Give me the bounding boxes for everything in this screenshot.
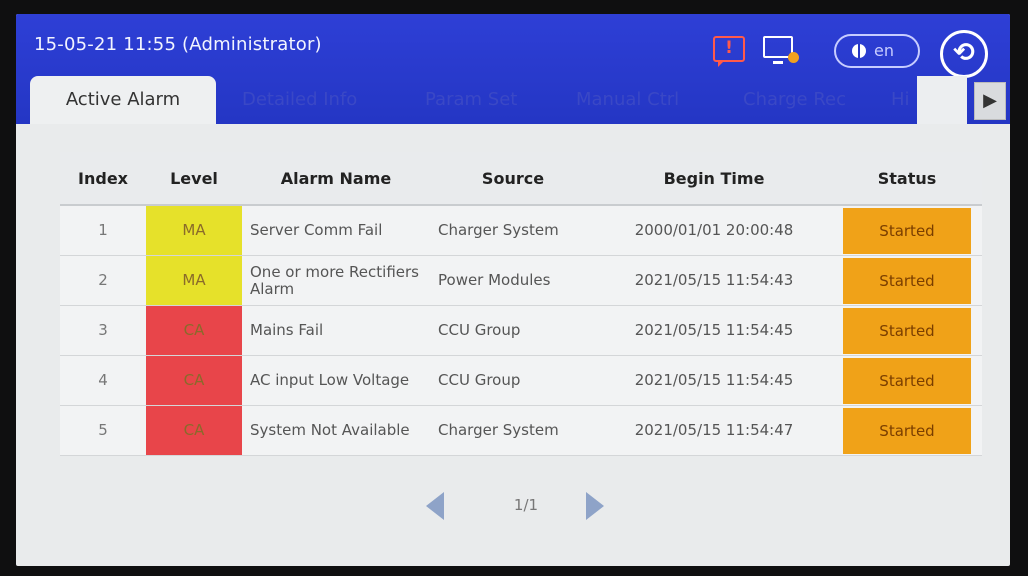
cell-source: Power Modules [430, 255, 596, 306]
status-badge: Started [843, 357, 971, 404]
tab-scroll-right-button[interactable]: ▶ [974, 82, 1006, 120]
cell-index: 3 [60, 305, 146, 356]
cell-level: CA [146, 305, 242, 356]
status-badge: Started [843, 207, 971, 254]
level-badge: MA [146, 206, 242, 255]
table-row[interactable]: 1 MA Server Comm Fail Charger System 200… [60, 205, 982, 256]
alarm-bell-icon[interactable]: ! [713, 36, 745, 67]
cell-level: CA [146, 405, 242, 456]
tab-manual-ctrl[interactable]: Manual Ctrl [576, 76, 679, 124]
table-row[interactable]: 3 CA Mains Fail CCU Group 2021/05/15 11:… [60, 305, 982, 356]
previous-page-arrow-icon[interactable] [426, 492, 444, 520]
page-indicator: 1/1 [513, 496, 539, 514]
table-row[interactable]: 5 CA System Not Available Charger System… [60, 405, 982, 456]
cell-level: CA [146, 355, 242, 406]
warning-dot-icon [788, 52, 799, 63]
status-badge: Started [843, 407, 971, 454]
cell-source: CCU Group [430, 305, 596, 356]
cell-alarm-name: AC input Low Voltage [242, 355, 430, 406]
globe-icon [852, 44, 866, 58]
status-badge: Started [843, 257, 971, 304]
cell-begin-time: 2021/05/15 11:54:43 [596, 255, 832, 306]
cell-status: Started [832, 255, 982, 306]
column-header-index[interactable]: Index [60, 152, 146, 206]
tab-bar: Active Alarm Detailed Info Param Set Man… [30, 76, 1010, 124]
pagination: 1/1 [426, 486, 616, 522]
level-badge: CA [146, 356, 242, 405]
cell-alarm-name: Mains Fail [242, 305, 430, 356]
cell-alarm-name: One or more Rectifiers Alarm [242, 255, 430, 306]
column-header-source[interactable]: Source [430, 152, 596, 206]
level-badge: MA [146, 256, 242, 305]
status-badge: Started [843, 307, 971, 354]
tab-active-alarm[interactable]: Active Alarm [30, 76, 216, 124]
active-alarm-panel: Index Level Alarm Name Source Begin Time… [60, 152, 984, 462]
hmi-screen: 15-05-21 11:55 (Administrator) ! en ⟲ Ac… [16, 14, 1010, 566]
tab-overflow-edge [917, 76, 967, 124]
cell-index: 5 [60, 405, 146, 456]
cell-status: Started [832, 205, 982, 256]
datetime-user-label: 15-05-21 11:55 (Administrator) [34, 34, 322, 55]
table-row[interactable]: 2 MA One or more Rectifiers Alarm Power … [60, 255, 982, 306]
column-header-level[interactable]: Level [146, 152, 242, 206]
cell-begin-time: 2021/05/15 11:54:47 [596, 405, 832, 456]
cell-index: 4 [60, 355, 146, 406]
cell-alarm-name: Server Comm Fail [242, 205, 430, 256]
back-arrow-icon[interactable]: ⟲ [940, 30, 988, 78]
device-bezel: 15-05-21 11:55 (Administrator) ! en ⟲ Ac… [0, 0, 1028, 576]
cell-index: 1 [60, 205, 146, 256]
cell-level: MA [146, 255, 242, 306]
cell-source: Charger System [430, 205, 596, 256]
language-button[interactable]: en [834, 34, 920, 68]
tab-charge-rec[interactable]: Charge Rec [743, 76, 846, 124]
header-bar: 15-05-21 11:55 (Administrator) ! en ⟲ Ac… [16, 14, 1010, 124]
table-row[interactable]: 4 CA AC input Low Voltage CCU Group 2021… [60, 355, 982, 406]
column-header-alarm-name[interactable]: Alarm Name [242, 152, 430, 206]
alarm-table: Index Level Alarm Name Source Begin Time… [60, 152, 982, 456]
monitor-warning-icon[interactable] [763, 36, 799, 64]
cell-alarm-name: System Not Available [242, 405, 430, 456]
cell-source: Charger System [430, 405, 596, 456]
cell-level: MA [146, 205, 242, 256]
cell-begin-time: 2021/05/15 11:54:45 [596, 355, 832, 406]
next-page-arrow-icon[interactable] [586, 492, 604, 520]
level-badge: CA [146, 306, 242, 355]
tab-param-set[interactable]: Param Set [425, 76, 517, 124]
table-header-row: Index Level Alarm Name Source Begin Time… [60, 152, 982, 206]
cell-status: Started [832, 405, 982, 456]
cell-status: Started [832, 305, 982, 356]
cell-index: 2 [60, 255, 146, 306]
tab-history-partial[interactable]: Hi [891, 76, 910, 124]
column-header-status[interactable]: Status [832, 152, 982, 206]
cell-begin-time: 2021/05/15 11:54:45 [596, 305, 832, 356]
cell-begin-time: 2000/01/01 20:00:48 [596, 205, 832, 256]
language-label: en [874, 41, 894, 60]
cell-source: CCU Group [430, 355, 596, 406]
cell-status: Started [832, 355, 982, 406]
column-header-begin-time[interactable]: Begin Time [596, 152, 832, 206]
level-badge: CA [146, 406, 242, 455]
tab-detailed-info[interactable]: Detailed Info [242, 76, 357, 124]
